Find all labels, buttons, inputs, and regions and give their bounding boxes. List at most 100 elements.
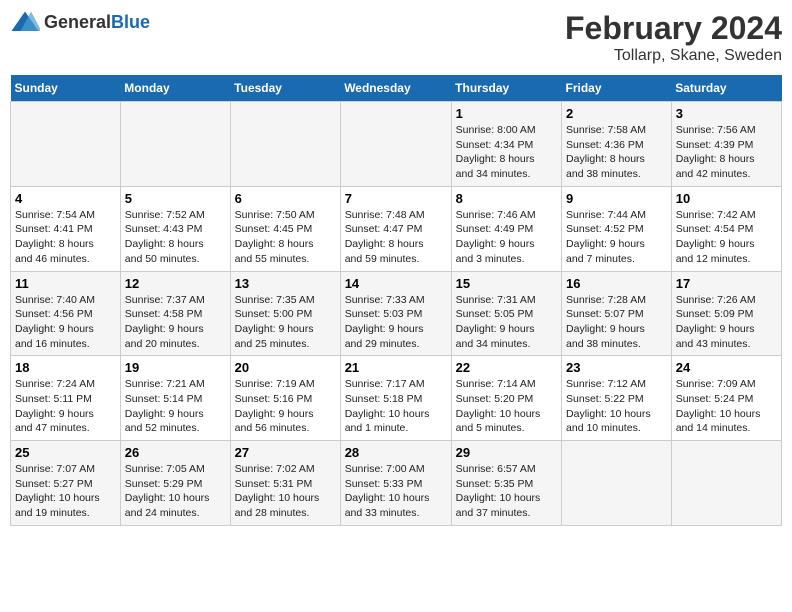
day-number: 3 [676,106,777,121]
column-header-saturday: Saturday [671,75,781,102]
day-number: 5 [125,191,226,206]
week-row-1: 1 Sunrise: 8:00 AMSunset: 4:34 PMDaylight… [11,102,782,187]
calendar-cell: 5 Sunrise: 7:52 AMSunset: 4:43 PMDaylight… [120,186,230,271]
week-row-3: 11 Sunrise: 7:40 AMSunset: 4:56 PMDayligh… [11,271,782,356]
day-info: Sunrise: 7:05 AMSunset: 5:29 PMDaylight:… [125,462,226,521]
day-number: 24 [676,360,777,375]
calendar-cell: 10Sunrise: 7:42 AMSunset: 4:54 PMDayligh… [671,186,781,271]
day-number: 12 [125,276,226,291]
calendar-cell: 25Sunrise: 7:07 AMSunset: 5:27 PMDayligh… [11,441,121,526]
day-info: Sunrise: 7:00 AMSunset: 5:33 PMDaylight:… [345,462,447,521]
week-row-5: 25Sunrise: 7:07 AMSunset: 5:27 PMDayligh… [11,441,782,526]
calendar-cell: 3 Sunrise: 7:56 AMSunset: 4:39 PMDaylight… [671,102,781,187]
day-number: 20 [235,360,336,375]
day-info: Sunrise: 7:28 AMSunset: 5:07 PMDaylight:… [566,293,667,352]
week-row-2: 4 Sunrise: 7:54 AMSunset: 4:41 PMDaylight… [11,186,782,271]
day-info: Sunrise: 7:19 AMSunset: 5:16 PMDaylight:… [235,377,336,436]
calendar-cell [671,441,781,526]
day-info: Sunrise: 7:46 AMSunset: 4:49 PMDaylight:… [456,208,557,267]
logo-general: General [44,12,111,33]
day-info: Sunrise: 7:40 AMSunset: 4:56 PMDaylight:… [15,293,116,352]
title-area: February 2024 Tollarp, Skane, Sweden [565,10,782,65]
day-info: Sunrise: 7:42 AMSunset: 4:54 PMDaylight:… [676,208,777,267]
calendar-header-row: SundayMondayTuesdayWednesdayThursdayFrid… [11,75,782,102]
calendar-cell: 20 Sunrise: 7:19 AMSunset: 5:16 PMDayligh… [230,356,340,441]
calendar-cell: 17 Sunrise: 7:26 AMSunset: 5:09 PMDayligh… [671,271,781,356]
day-info: Sunrise: 7:26 AMSunset: 5:09 PMDaylight:… [676,293,777,352]
day-number: 28 [345,445,447,460]
day-number: 17 [676,276,777,291]
day-number: 29 [456,445,557,460]
day-number: 16 [566,276,667,291]
day-info: Sunrise: 7:35 AMSunset: 5:00 PMDaylight:… [235,293,336,352]
day-number: 11 [15,276,116,291]
calendar-cell: 21 Sunrise: 7:17 AMSunset: 5:18 PMDayligh… [340,356,451,441]
calendar-cell: 8 Sunrise: 7:46 AMSunset: 4:49 PMDaylight… [451,186,561,271]
column-header-tuesday: Tuesday [230,75,340,102]
logo-icon [10,10,40,34]
header: GeneralBlue February 2024 Tollarp, Skane… [10,10,782,65]
calendar-cell: 29 Sunrise: 6:57 AMSunset: 5:35 PMDayligh… [451,441,561,526]
calendar-cell [562,441,672,526]
day-number: 18 [15,360,116,375]
page-subtitle: Tollarp, Skane, Sweden [565,47,782,65]
calendar-cell: 27 Sunrise: 7:02 AMSunset: 5:31 PMDayligh… [230,441,340,526]
calendar-cell: 11 Sunrise: 7:40 AMSunset: 4:56 PMDayligh… [11,271,121,356]
day-info: Sunrise: 7:31 AMSunset: 5:05 PMDaylight:… [456,293,557,352]
calendar-cell: 26 Sunrise: 7:05 AMSunset: 5:29 PMDayligh… [120,441,230,526]
calendar-cell: 28 Sunrise: 7:00 AMSunset: 5:33 PMDayligh… [340,441,451,526]
day-number: 8 [456,191,557,206]
calendar-cell: 1 Sunrise: 8:00 AMSunset: 4:34 PMDaylight… [451,102,561,187]
calendar-cell: 7Sunrise: 7:48 AMSunset: 4:47 PMDaylight… [340,186,451,271]
day-info: Sunrise: 7:14 AMSunset: 5:20 PMDaylight:… [456,377,557,436]
day-info: Sunrise: 6:57 AMSunset: 5:35 PMDaylight:… [456,462,557,521]
day-info: Sunrise: 7:44 AMSunset: 4:52 PMDaylight:… [566,208,667,267]
day-number: 14 [345,276,447,291]
day-info: Sunrise: 7:52 AMSunset: 4:43 PMDaylight:… [125,208,226,267]
day-info: Sunrise: 7:02 AMSunset: 5:31 PMDaylight:… [235,462,336,521]
day-info: Sunrise: 7:37 AMSunset: 4:58 PMDaylight:… [125,293,226,352]
day-info: Sunrise: 7:48 AMSunset: 4:47 PMDaylight:… [345,208,447,267]
day-number: 1 [456,106,557,121]
calendar-cell: 19Sunrise: 7:21 AMSunset: 5:14 PMDayligh… [120,356,230,441]
page-title: February 2024 [565,10,782,47]
day-number: 21 [345,360,447,375]
day-number: 27 [235,445,336,460]
day-info: Sunrise: 7:17 AMSunset: 5:18 PMDaylight:… [345,377,447,436]
calendar-cell: 16 Sunrise: 7:28 AMSunset: 5:07 PMDayligh… [562,271,672,356]
day-number: 6 [235,191,336,206]
calendar-cell: 13 Sunrise: 7:35 AMSunset: 5:00 PMDayligh… [230,271,340,356]
day-info: Sunrise: 8:00 AMSunset: 4:34 PMDaylight:… [456,123,557,182]
day-info: Sunrise: 7:56 AMSunset: 4:39 PMDaylight:… [676,123,777,182]
calendar-cell: 6 Sunrise: 7:50 AMSunset: 4:45 PMDaylight… [230,186,340,271]
day-number: 15 [456,276,557,291]
day-info: Sunrise: 7:07 AMSunset: 5:27 PMDaylight:… [15,462,116,521]
logo: GeneralBlue [10,10,150,34]
day-info: Sunrise: 7:54 AMSunset: 4:41 PMDaylight:… [15,208,116,267]
day-number: 4 [15,191,116,206]
day-info: Sunrise: 7:09 AMSunset: 5:24 PMDaylight:… [676,377,777,436]
calendar-cell: 24 Sunrise: 7:09 AMSunset: 5:24 PMDayligh… [671,356,781,441]
day-number: 13 [235,276,336,291]
calendar-cell [11,102,121,187]
calendar-cell: 22 Sunrise: 7:14 AMSunset: 5:20 PMDayligh… [451,356,561,441]
day-number: 22 [456,360,557,375]
calendar-cell: 15 Sunrise: 7:31 AMSunset: 5:05 PMDayligh… [451,271,561,356]
day-info: Sunrise: 7:12 AMSunset: 5:22 PMDaylight:… [566,377,667,436]
calendar-cell: 18Sunrise: 7:24 AMSunset: 5:11 PMDayligh… [11,356,121,441]
calendar-cell: 4 Sunrise: 7:54 AMSunset: 4:41 PMDaylight… [11,186,121,271]
calendar-cell: 23Sunrise: 7:12 AMSunset: 5:22 PMDayligh… [562,356,672,441]
calendar-cell [120,102,230,187]
calendar-cell: 14Sunrise: 7:33 AMSunset: 5:03 PMDayligh… [340,271,451,356]
column-header-thursday: Thursday [451,75,561,102]
calendar-cell: 12 Sunrise: 7:37 AMSunset: 4:58 PMDayligh… [120,271,230,356]
day-info: Sunrise: 7:50 AMSunset: 4:45 PMDaylight:… [235,208,336,267]
calendar-cell: 9Sunrise: 7:44 AMSunset: 4:52 PMDaylight… [562,186,672,271]
day-number: 26 [125,445,226,460]
week-row-4: 18Sunrise: 7:24 AMSunset: 5:11 PMDayligh… [11,356,782,441]
calendar-cell [230,102,340,187]
day-number: 2 [566,106,667,121]
day-number: 19 [125,360,226,375]
calendar-table: SundayMondayTuesdayWednesdayThursdayFrid… [10,75,782,526]
calendar-cell: 2Sunrise: 7:58 AMSunset: 4:36 PMDaylight… [562,102,672,187]
